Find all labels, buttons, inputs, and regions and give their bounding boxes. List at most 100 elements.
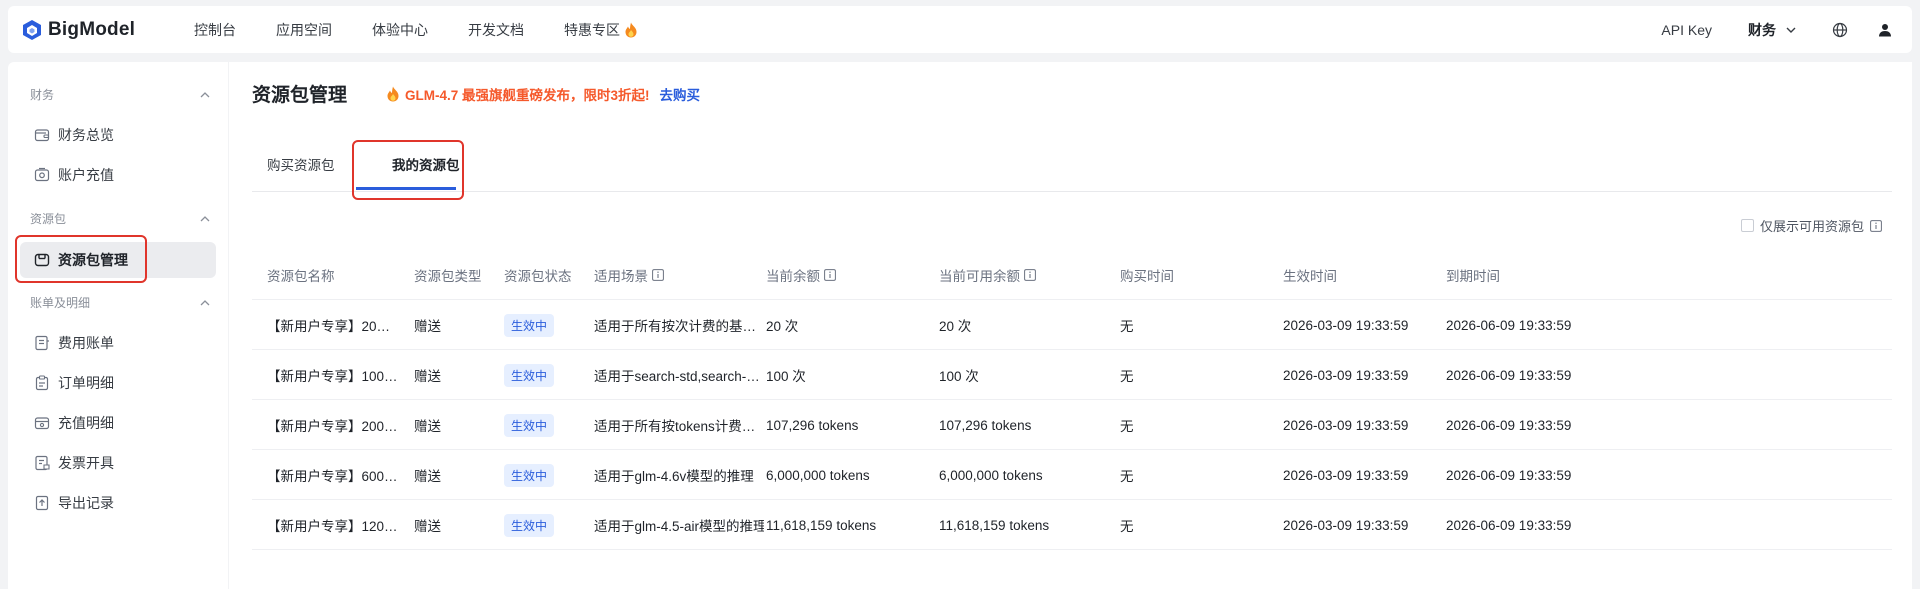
info-icon[interactable] bbox=[652, 269, 664, 281]
brand-logo[interactable]: BigModel bbox=[22, 6, 135, 53]
cell-purchase-time: 无 bbox=[1120, 469, 1134, 484]
chevron-up-icon bbox=[200, 215, 210, 221]
cell-status: 生效中 bbox=[504, 500, 594, 550]
cell-type: 赠送 bbox=[414, 319, 441, 334]
cell-name: 【新用户专享】100… bbox=[267, 369, 398, 384]
column-header-status: 资源包状态 bbox=[504, 269, 572, 284]
table-row[interactable]: 【新用户专享】120… 赠送 生效中 适用于glm-4.5-air模型的推理 1… bbox=[252, 500, 1892, 550]
role-switcher[interactable]: 财务 bbox=[1748, 20, 1796, 40]
tab-bar: 购买资源包 我的资源包 bbox=[252, 134, 1892, 192]
sidebar-item-export-records[interactable]: 导出记录 bbox=[20, 485, 216, 521]
column-header-effective-time: 生效时间 bbox=[1283, 269, 1337, 284]
chevron-down-icon bbox=[1786, 27, 1796, 33]
cell-available-balance: 100 次 bbox=[939, 369, 979, 384]
cell-expiry-time: 2026-06-09 19:33:59 bbox=[1446, 317, 1572, 333]
bill-icon bbox=[35, 335, 49, 351]
cell-available-balance: 11,618,159 tokens bbox=[939, 517, 1050, 533]
status-badge: 生效中 bbox=[504, 363, 555, 387]
sidebar-item-order-details[interactable]: 订单明细 bbox=[20, 365, 216, 401]
cell-name: 【新用户专享】120… bbox=[267, 519, 398, 534]
sidebar-group-resource-pack[interactable]: 资源包 bbox=[30, 210, 210, 227]
tab-buy-resource-pack[interactable]: 购买资源包 bbox=[267, 154, 335, 174]
cell-balance: 20 次 bbox=[766, 319, 799, 334]
nav-item-console[interactable]: 控制台 bbox=[194, 20, 236, 40]
sidebar-item-finance-overview[interactable]: 财务总览 bbox=[20, 117, 216, 153]
cell-status: 生效中 bbox=[504, 450, 594, 500]
cell-purchase-time: 无 bbox=[1120, 319, 1134, 334]
cell-balance: 107,296 tokens bbox=[766, 417, 859, 433]
api-key-link[interactable]: API Key bbox=[1661, 22, 1712, 38]
main-nav: 控制台 应用空间 体验中心 开发文档 特惠专区 bbox=[194, 6, 678, 53]
cell-scenario: 适用于glm-4.5-air模型的推理 bbox=[594, 519, 764, 534]
nav-item-dev-docs[interactable]: 开发文档 bbox=[468, 20, 524, 40]
active-tab-underline bbox=[356, 187, 456, 190]
column-header-available-balance: 当前可用余额 bbox=[939, 250, 1119, 300]
cell-expiry-time: 2026-06-09 19:33:59 bbox=[1446, 367, 1572, 383]
column-header-label: 当前余额 bbox=[766, 269, 820, 284]
table-row[interactable]: 【新用户专享】600… 赠送 生效中 适用于glm-4.6v模型的推理 6,00… bbox=[252, 450, 1892, 500]
info-icon[interactable] bbox=[1024, 269, 1036, 281]
tab-my-resource-pack[interactable]: 我的资源包 bbox=[392, 154, 460, 174]
sidebar-item-label: 资源包管理 bbox=[58, 252, 128, 268]
sidebar-item-recharge-details[interactable]: 充值明细 bbox=[20, 405, 216, 441]
page-title: 资源包管理 bbox=[252, 85, 348, 106]
sidebar-item-label: 充值明细 bbox=[58, 415, 114, 431]
cell-effective-time: 2026-03-09 19:33:59 bbox=[1283, 467, 1409, 483]
promo-buy-link[interactable]: 去购买 bbox=[660, 84, 701, 104]
sidebar-item-label: 费用账单 bbox=[58, 335, 114, 351]
clipboard-icon bbox=[35, 375, 49, 391]
wallet-icon bbox=[34, 129, 50, 142]
sidebar-item-expense-bill[interactable]: 费用账单 bbox=[20, 325, 216, 361]
status-badge: 生效中 bbox=[504, 413, 555, 437]
logo-icon bbox=[23, 19, 41, 40]
available-only-filter[interactable]: 仅展示可用资源包 bbox=[1740, 216, 1882, 235]
cell-expiry-time: 2026-06-09 19:33:59 bbox=[1446, 417, 1572, 433]
cell-purchase-time: 无 bbox=[1120, 369, 1134, 384]
sidebar-item-invoice[interactable]: 发票开具 bbox=[20, 445, 216, 481]
info-icon[interactable] bbox=[1870, 219, 1882, 232]
sidebar-item-label: 财务总览 bbox=[58, 127, 114, 143]
sidebar-item-resource-pack-management[interactable]: 资源包管理 bbox=[20, 242, 216, 278]
brand-name: BigModel bbox=[48, 18, 136, 40]
sidebar-group-finance[interactable]: 财务 bbox=[30, 86, 210, 103]
nav-item-app-space[interactable]: 应用空间 bbox=[276, 20, 332, 40]
sidebar-group-label: 账单及明细 bbox=[30, 296, 91, 310]
fire-icon bbox=[387, 86, 399, 102]
table-row[interactable]: 【新用户专享】200… 赠送 生效中 适用于所有按tokens计费… 107,2… bbox=[252, 400, 1892, 450]
language-globe-icon[interactable] bbox=[1832, 22, 1848, 38]
cell-status: 生效中 bbox=[504, 300, 594, 350]
sidebar-group-billing-details[interactable]: 账单及明细 bbox=[30, 294, 210, 311]
column-header-balance: 当前余额 bbox=[766, 250, 936, 300]
recharge-record-icon bbox=[34, 417, 50, 430]
cell-effective-time: 2026-03-09 19:33:59 bbox=[1283, 417, 1409, 433]
user-avatar-icon[interactable] bbox=[1878, 23, 1892, 37]
sidebar-item-account-recharge[interactable]: 账户充值 bbox=[20, 157, 216, 193]
column-header-label: 适用场景 bbox=[594, 269, 648, 284]
role-label: 财务 bbox=[1748, 21, 1776, 38]
column-header-purchase-time: 购买时间 bbox=[1120, 269, 1174, 284]
available-only-label: 仅展示可用资源包 bbox=[1759, 219, 1864, 234]
chevron-up-icon bbox=[200, 91, 210, 97]
promo-text: GLM-4.7 最强旗舰重磅发布，限时3折起! bbox=[405, 88, 650, 103]
cell-type: 赠送 bbox=[414, 519, 441, 534]
available-only-checkbox[interactable] bbox=[1740, 219, 1754, 232]
nav-item-experience-center[interactable]: 体验中心 bbox=[372, 20, 428, 40]
info-icon[interactable] bbox=[824, 269, 836, 281]
resource-pack-table: 资源包名称 资源包类型 资源包状态 适用场景 当前余额 当前可用余额 购买时间 … bbox=[252, 250, 1892, 550]
nav-item-special-offers-label: 特惠专区 bbox=[564, 21, 620, 38]
cell-balance: 100 次 bbox=[766, 369, 806, 384]
cell-type: 赠送 bbox=[414, 369, 441, 384]
table-row[interactable]: 【新用户专享】20… 赠送 生效中 适用于所有按次计费的基… 20 次 20 次… bbox=[252, 300, 1892, 350]
cell-name: 【新用户专享】600… bbox=[267, 469, 398, 484]
nav-item-special-offers[interactable]: 特惠专区 bbox=[564, 20, 638, 40]
cell-available-balance: 107,296 tokens bbox=[939, 417, 1032, 433]
cell-effective-time: 2026-03-09 19:33:59 bbox=[1283, 367, 1409, 383]
cell-available-balance: 6,000,000 tokens bbox=[939, 467, 1043, 483]
column-header-scenario: 适用场景 bbox=[594, 250, 764, 300]
cell-balance: 6,000,000 tokens bbox=[766, 467, 870, 483]
cell-effective-time: 2026-03-09 19:33:59 bbox=[1283, 317, 1409, 333]
recharge-icon bbox=[34, 167, 50, 182]
table-row[interactable]: 【新用户专享】100… 赠送 生效中 适用于search-std,search-… bbox=[252, 350, 1892, 400]
cell-name: 【新用户专享】20… bbox=[267, 319, 391, 334]
sidebar-item-label: 发票开具 bbox=[58, 455, 114, 471]
